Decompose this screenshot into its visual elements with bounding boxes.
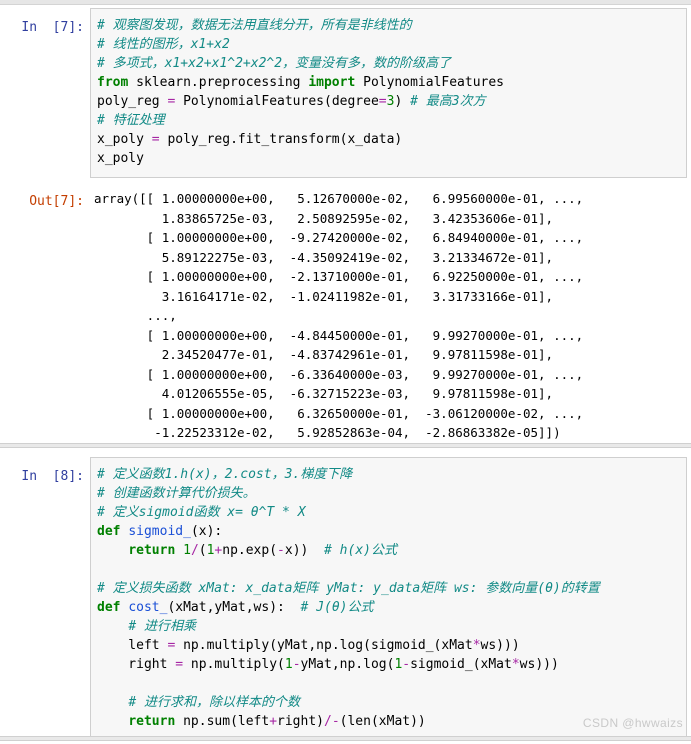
output-line: 3.16164171e-02, -1.02411982e-01, 3.31733… xyxy=(94,288,554,304)
output-line: -1.22523312e-02, 5.92852863e-04, -2.8686… xyxy=(94,425,561,440)
output-line: [ 1.00000000e+00, -4.84450000e-01, 9.992… xyxy=(94,327,584,343)
keyword-def: def xyxy=(97,524,121,539)
code-editor-8[interactable]: # 定义函数1.h(x)，2.cost，3.梯度下降 # 创建函数计算代价损失。… xyxy=(90,457,687,741)
comment-line: # 观察图发现，数据无法用直线分开，所有是非线性的 xyxy=(97,18,412,33)
cell-divider-1 xyxy=(0,443,691,448)
in-prompt-7[interactable]: In [7]: xyxy=(0,8,90,37)
code-cell-in-8[interactable]: In [8]: # 定义函数1.h(x)，2.cost，3.梯度下降 # 创建函… xyxy=(0,457,691,741)
in-prompt-8[interactable]: In [8]: xyxy=(0,457,90,486)
output-line: [ 1.00000000e+00, -6.33640000e-03, 9.992… xyxy=(94,366,584,382)
keyword-def: def xyxy=(97,600,121,615)
operator-divide: / xyxy=(324,714,332,729)
output-line: 1.83865725e-03, 2.50892595e-02, 3.423536… xyxy=(94,210,554,226)
cell-divider-2 xyxy=(0,736,691,741)
operator-plus: + xyxy=(269,714,278,729)
operator-assign: = xyxy=(167,94,176,109)
csdn-watermark: CSDN @hwwaizs xyxy=(582,716,683,730)
comment-line: # 进行求和，除以样本的个数 xyxy=(128,695,300,710)
output-line: ..., xyxy=(94,308,177,323)
operator-assign: = xyxy=(175,657,184,672)
operator-minus: - xyxy=(277,543,285,558)
function-name-sigmoid: sigmoid_ xyxy=(128,524,191,539)
numeric-literal: 3 xyxy=(386,94,395,109)
output-line: [ 1.00000000e+00, 6.32650000e-01, -3.061… xyxy=(94,405,584,421)
keyword-import: import xyxy=(308,75,356,90)
code-cell-out-7: Out[7]: array([[ 1.00000000e+00, 5.12670… xyxy=(0,182,691,449)
output-line: 2.34520477e-01, -4.83742961e-01, 9.97811… xyxy=(94,347,554,362)
notebook-container: In [7]: # 观察图发现，数据无法用直线分开，所有是非线性的 # 线性的图… xyxy=(0,0,691,744)
top-divider xyxy=(0,0,691,5)
operator-minus: - xyxy=(292,657,301,672)
output-result-7: array([[ 1.00000000e+00, 5.12670000e-02,… xyxy=(90,182,691,449)
output-line: [ 1.00000000e+00, -2.13710000e-01, 6.922… xyxy=(94,269,584,284)
output-array-text: array([[ 1.00000000e+00, 5.12670000e-02,… xyxy=(94,189,687,443)
numeric-literal: 1 xyxy=(284,657,293,672)
function-name-cost: cost_ xyxy=(128,600,168,615)
comment-line: # 定义函数1.h(x)，2.cost，3.梯度下降 xyxy=(97,467,353,482)
out-prompt-7[interactable]: Out[7]: xyxy=(0,182,90,211)
operator-plus: + xyxy=(214,543,223,558)
comment-line: # 定义损失函数 xMat: x_data矩阵 yMat: y_data矩阵 w… xyxy=(97,581,600,596)
operator-minus: - xyxy=(402,657,411,672)
operator-multiply: * xyxy=(511,657,520,672)
operator-assign: = xyxy=(151,132,160,147)
inline-comment: # 最高3次方 xyxy=(410,94,486,109)
keyword-return: return xyxy=(128,543,176,558)
operator-multiply: * xyxy=(472,638,481,653)
operator-minus: - xyxy=(331,714,340,729)
comment-line: # 线性的图形，x1+x2 xyxy=(97,37,230,52)
comment-line: # 定义sigmoid函数 x= θ^T * X xyxy=(97,505,306,520)
operator-assign: = xyxy=(167,638,176,653)
code-cell-in-7[interactable]: In [7]: # 观察图发现，数据无法用直线分开，所有是非线性的 # 线性的图… xyxy=(0,8,691,178)
output-line: array([[ 1.00000000e+00, 5.12670000e-02,… xyxy=(94,191,584,206)
output-line: 5.89122275e-03, -4.35092419e-02, 3.21334… xyxy=(94,249,554,265)
output-line: 4.01206555e-05, -6.32715223e-03, 9.97811… xyxy=(94,386,554,401)
inline-comment: # h(x)公式 xyxy=(324,543,397,558)
comment-line: # 创建函数计算代价损失。 xyxy=(97,486,256,501)
operator-divide: / xyxy=(190,543,199,558)
comment-line: # 进行相乘 xyxy=(128,619,196,634)
keyword-from: from xyxy=(97,75,129,90)
source-code-8[interactable]: # 定义函数1.h(x)，2.cost，3.梯度下降 # 创建函数计算代价损失。… xyxy=(97,465,680,731)
code-editor-7[interactable]: # 观察图发现，数据无法用直线分开，所有是非线性的 # 线性的图形，x1+x2 … xyxy=(90,8,687,178)
numeric-literal: 1 xyxy=(183,543,191,558)
comment-line: # 特征处理 xyxy=(97,113,165,128)
source-code-7[interactable]: # 观察图发现，数据无法用直线分开，所有是非线性的 # 线性的图形，x1+x2 … xyxy=(97,16,680,168)
output-line: [ 1.00000000e+00, -9.27420000e-02, 6.849… xyxy=(94,230,584,245)
keyword-return: return xyxy=(128,714,176,729)
comment-line: # 多项式，x1+x2+x1^2+x2^2，变量没有多，数的阶级高了 xyxy=(97,56,452,71)
inline-comment: # J(θ)公式 xyxy=(300,600,374,615)
operator-assign: = xyxy=(378,94,387,109)
